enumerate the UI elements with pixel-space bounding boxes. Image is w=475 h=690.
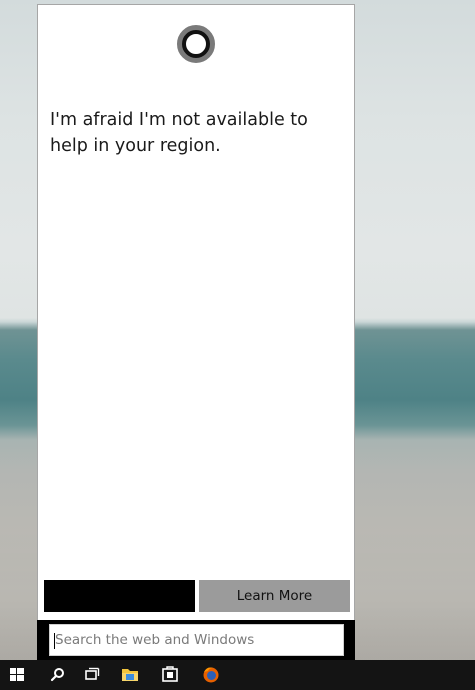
store-icon xyxy=(162,666,178,682)
folder-icon xyxy=(122,669,138,681)
search-input[interactable] xyxy=(55,625,335,655)
start-button[interactable] xyxy=(0,660,38,690)
search-box[interactable] xyxy=(49,624,344,656)
taskbar-search-button[interactable] xyxy=(38,660,76,690)
firefox-icon xyxy=(203,667,219,683)
store-button[interactable] xyxy=(152,660,190,690)
task-view-button[interactable] xyxy=(72,660,110,690)
task-view-icon xyxy=(85,667,100,680)
cortana-panel: I'm afraid I'm not available to help in … xyxy=(37,4,355,660)
firefox-button[interactable] xyxy=(192,660,230,690)
learn-more-button[interactable]: Learn More xyxy=(199,580,350,612)
search-icon xyxy=(50,668,64,682)
file-explorer-button[interactable] xyxy=(111,660,149,690)
cortana-secondary-button[interactable] xyxy=(44,580,195,612)
cortana-logo-icon xyxy=(177,25,215,63)
windows-logo-icon xyxy=(10,668,24,681)
taskbar xyxy=(0,660,475,690)
search-bar-strip xyxy=(37,620,355,660)
cortana-message: I'm afraid I'm not available to help in … xyxy=(50,110,308,156)
